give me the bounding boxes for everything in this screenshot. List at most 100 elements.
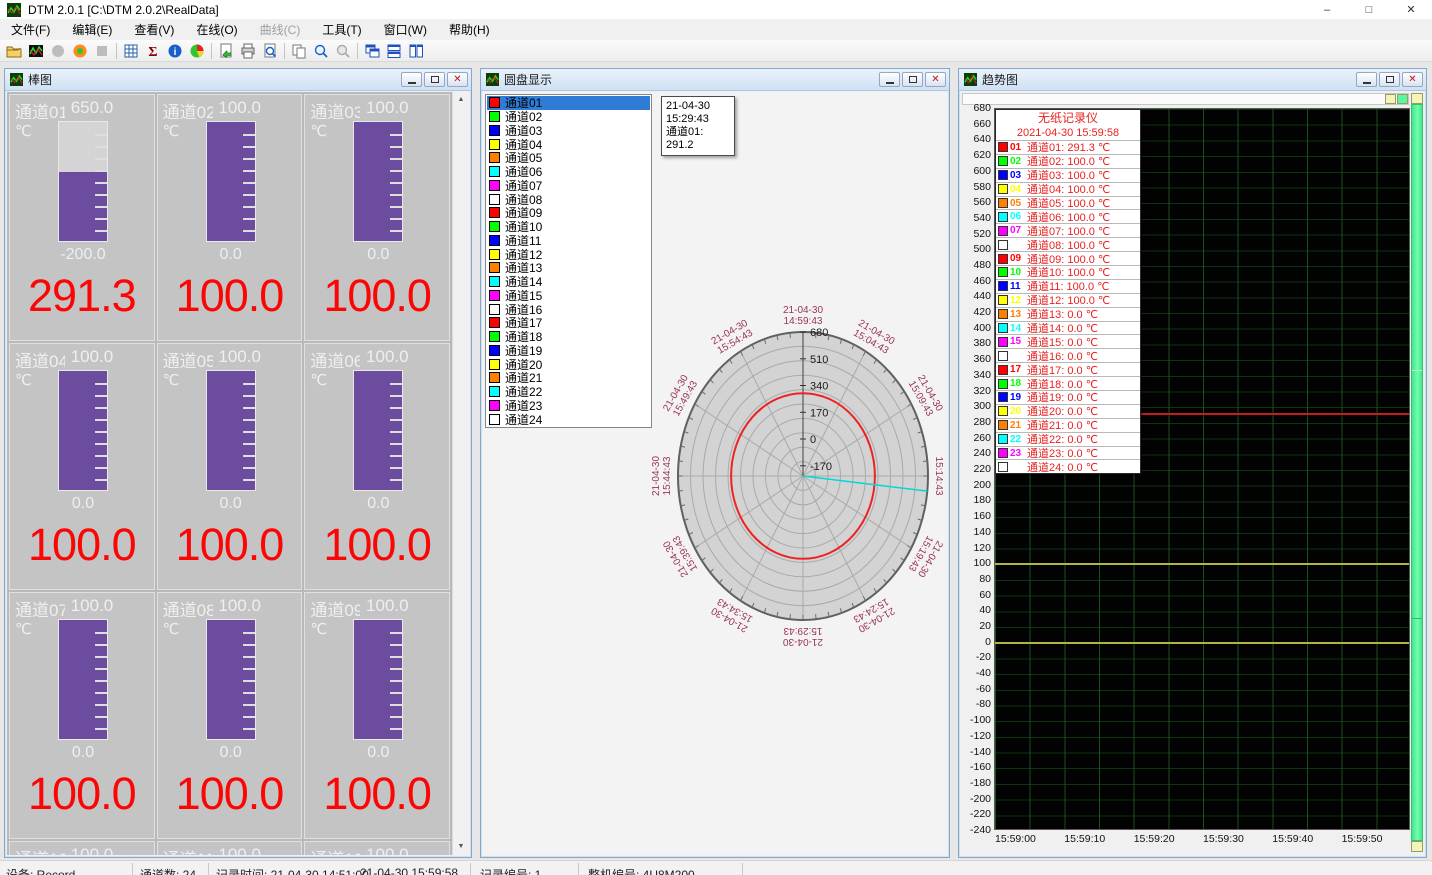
child-minimize-button[interactable] <box>401 72 422 87</box>
time-axis-scrollbar[interactable] <box>962 93 1409 105</box>
y-axis-tick-label: 640 <box>961 133 991 145</box>
data-table-button[interactable] <box>120 41 142 61</box>
y-axis-tick-label: -120 <box>961 730 991 742</box>
trend-chart-title-bar[interactable]: 趋势图 ✕ <box>959 69 1426 91</box>
legend-row-10: 10通道10: 100.0 ℃ <box>996 265 1140 279</box>
gauge-max-value: 100.0 <box>355 98 419 118</box>
x-axis-tick-label: 15:59:50 <box>1342 833 1383 845</box>
toolbar-separator <box>211 43 212 59</box>
legend-row-14: 14通道14: 0.0 ℃ <box>996 321 1140 335</box>
tile-horizontal-button[interactable] <box>383 41 405 61</box>
hscroll-thumb[interactable] <box>1397 94 1408 104</box>
y-axis-tick-label: 60 <box>961 589 991 601</box>
x-axis-tick-label: 15:59:10 <box>1064 833 1105 845</box>
gauge-cell-通道12: 通道12100.0℃0.0100.0 <box>304 841 450 855</box>
child-close-button[interactable]: ✕ <box>447 72 468 87</box>
child-close-button[interactable]: ✕ <box>925 72 946 87</box>
app-icon <box>7 3 21 17</box>
menu-item-7[interactable]: 帮助(H) <box>438 20 501 40</box>
gauge-max-value: 100.0 <box>355 596 419 616</box>
scroll-up-icon[interactable]: ▲ <box>453 92 469 108</box>
gauge-tick-marks <box>243 622 255 737</box>
legend-row-18: 18通道18: 0.0 ℃ <box>996 376 1140 390</box>
status-separator <box>208 863 209 875</box>
y-axis-tick-label: 600 <box>961 165 991 177</box>
channel-color-swatch <box>489 194 500 205</box>
y-axis-tick-label: 160 <box>961 510 991 522</box>
tile-vertical-button[interactable] <box>405 41 427 61</box>
child-restore-button[interactable] <box>902 72 923 87</box>
open-file-button[interactable] <box>3 41 25 61</box>
y-axis-tick-label: 500 <box>961 243 991 255</box>
gauge-bar-track <box>206 121 256 242</box>
dial-display-title-bar[interactable]: 圆盘显示 ✕ <box>481 69 949 91</box>
info-button[interactable]: i <box>164 41 186 61</box>
realtime-display-button[interactable] <box>25 41 47 61</box>
print-preview-button[interactable] <box>259 41 281 61</box>
menu-item-5[interactable]: 工具(T) <box>311 20 372 40</box>
pause-button[interactable] <box>47 41 69 61</box>
gauge-cell-通道04: 通道04100.0℃0.0100.0 <box>9 343 155 590</box>
menu-item-3[interactable]: 在线(O) <box>185 20 248 40</box>
legend-row-20: 20通道20: 0.0 ℃ <box>996 404 1140 418</box>
pie-chart-button[interactable] <box>186 41 208 61</box>
y-axis-tick-label: 0 <box>961 636 991 648</box>
legend-channel-number: 06 <box>1010 211 1027 222</box>
zoom-in-button[interactable] <box>310 41 332 61</box>
menu-item-6[interactable]: 窗口(W) <box>373 20 438 40</box>
gauge-unit: ℃ <box>310 122 327 140</box>
menu-item-1[interactable]: 编辑(E) <box>61 20 123 40</box>
hscroll-button[interactable] <box>1385 94 1396 104</box>
vscroll-track[interactable] <box>1411 104 1423 841</box>
trend-chart-window-title: 趋势图 <box>982 71 1354 88</box>
gauge-current-value: 100.0 <box>158 768 302 820</box>
gauge-min-value: 0.0 <box>333 246 423 264</box>
menu-item-2[interactable]: 查看(V) <box>123 20 185 40</box>
export-button[interactable] <box>215 41 237 61</box>
stop-button[interactable] <box>91 41 113 61</box>
trace-line <box>995 642 1409 644</box>
vscroll-down-button[interactable] <box>1411 841 1423 852</box>
y-axis-tick-label: 620 <box>961 149 991 161</box>
gauge-cell-通道02: 通道02100.0℃0.0100.0 <box>157 94 303 341</box>
vscroll-up-button[interactable] <box>1411 93 1423 104</box>
y-axis-tick-label: -80 <box>961 698 991 710</box>
y-axis-tick-label: -60 <box>961 683 991 695</box>
legend-channel-number: 01 <box>1010 142 1027 153</box>
child-minimize-button[interactable] <box>879 72 900 87</box>
legend-color-swatch <box>998 392 1008 402</box>
vscroll-thumb[interactable] <box>1412 370 1422 620</box>
child-close-button[interactable]: ✕ <box>1402 72 1423 87</box>
legend-row-19: 19通道19: 0.0 ℃ <box>996 390 1140 404</box>
minimize-button[interactable]: – <box>1306 0 1348 19</box>
y-axis-tick-label: 440 <box>961 290 991 302</box>
child-restore-button[interactable] <box>424 72 445 87</box>
bar-graph-title-bar[interactable]: 棒图 ✕ <box>5 69 471 91</box>
gauge-cell-通道06: 通道06100.0℃0.0100.0 <box>304 343 450 590</box>
copy-button[interactable] <box>288 41 310 61</box>
gauge-min-value: -200.0 <box>38 246 128 264</box>
toolbar-separator <box>284 43 285 59</box>
gauge-cell-通道09: 通道09100.0℃0.0100.0 <box>304 592 450 839</box>
statistics-button[interactable]: Σ <box>142 41 164 61</box>
child-minimize-button[interactable] <box>1356 72 1377 87</box>
value-axis-scrollbar[interactable] <box>1411 93 1423 852</box>
record-button[interactable] <box>69 41 91 61</box>
scroll-down-icon[interactable]: ▼ <box>453 839 469 855</box>
legend-color-swatch <box>998 337 1008 347</box>
y-axis-tick-label: -40 <box>961 667 991 679</box>
menu-item-0[interactable]: 文件(F) <box>0 20 61 40</box>
cascade-windows-button[interactable] <box>361 41 383 61</box>
child-restore-button[interactable] <box>1379 72 1400 87</box>
svg-text:510: 510 <box>810 354 828 366</box>
zoom-out-button[interactable] <box>332 41 354 61</box>
channel-list-item-24[interactable]: 通道24 <box>487 412 650 426</box>
channel-color-swatch <box>489 249 500 260</box>
vertical-scrollbar[interactable]: ▲ ▼ <box>452 92 469 855</box>
print-button[interactable] <box>237 41 259 61</box>
maximize-button[interactable]: □ <box>1348 0 1390 19</box>
toolbar-separator <box>116 43 117 59</box>
close-button[interactable]: ✕ <box>1390 0 1432 19</box>
channel-color-swatch <box>489 221 500 232</box>
gauge-bar-track <box>58 370 108 491</box>
